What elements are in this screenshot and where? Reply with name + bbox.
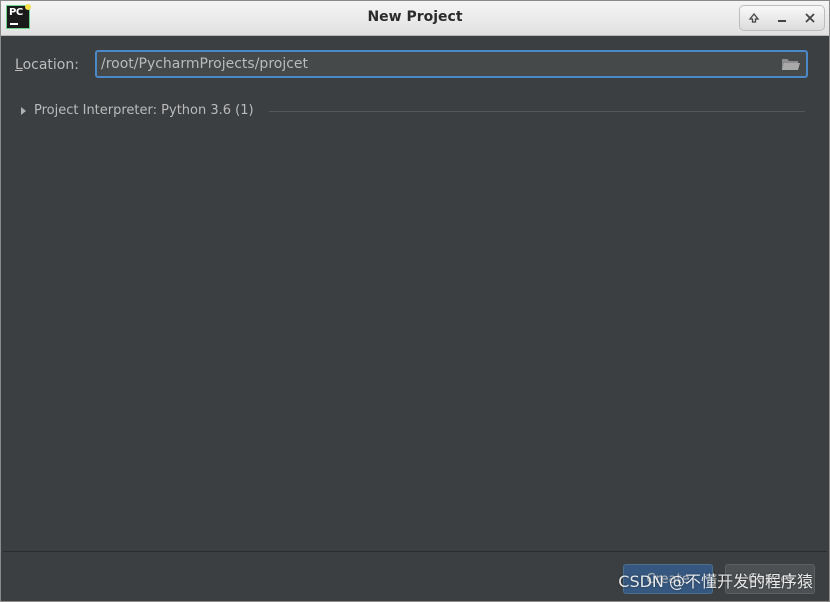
- dialog-footer: Create Cancel CSDN @不懂开发的程序猿: [3, 551, 827, 601]
- maximize-icon[interactable]: [744, 8, 764, 28]
- title-bar: PC New Project: [1, 1, 829, 36]
- dialog-content: Location: Project Interpreter: Python 3.…: [3, 37, 827, 551]
- location-label-mnemonic: L: [15, 57, 23, 73]
- location-field[interactable]: [95, 50, 808, 78]
- location-label: Location:: [15, 57, 79, 73]
- expand-triangle-icon[interactable]: [21, 107, 26, 115]
- location-label-text: ocation:: [22, 57, 79, 73]
- minimize-icon[interactable]: [772, 8, 792, 28]
- close-icon[interactable]: [800, 8, 820, 28]
- window-title: New Project: [367, 9, 463, 25]
- folder-icon[interactable]: [781, 56, 801, 72]
- window-controls: [739, 5, 825, 31]
- csdn-watermark: CSDN @不懂开发的程序猿: [618, 572, 813, 591]
- location-input[interactable]: [101, 54, 771, 74]
- separator-line: [269, 111, 805, 112]
- new-project-dialog: PC New Project Location: /root/PycharmPr…: [0, 0, 830, 602]
- project-interpreter-label[interactable]: Project Interpreter: Python 3.6 (1): [34, 103, 254, 118]
- project-interpreter-section[interactable]: Project Interpreter: Python 3.6 (1): [19, 103, 805, 121]
